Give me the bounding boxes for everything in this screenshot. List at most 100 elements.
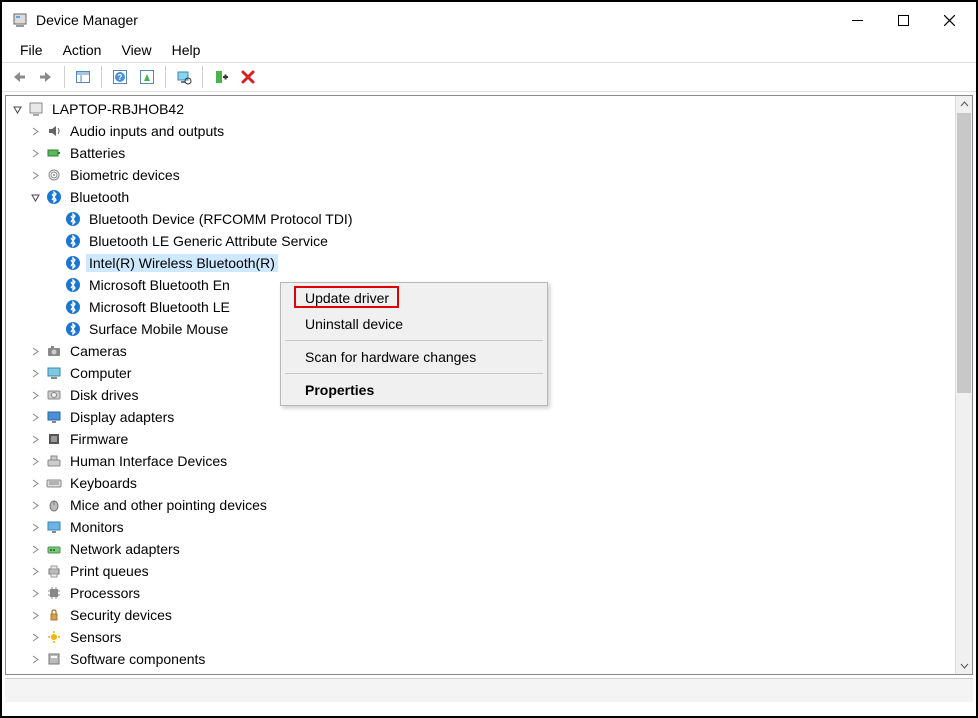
chevron-right-icon[interactable]: [28, 454, 43, 469]
add-hardware-button[interactable]: [208, 64, 234, 90]
chevron-right-icon[interactable]: [28, 520, 43, 535]
tree-category[interactable]: Processors: [6, 582, 972, 604]
remove-hardware-button[interactable]: [235, 64, 261, 90]
back-button[interactable]: [6, 64, 32, 90]
chevron-right-icon[interactable]: [28, 432, 43, 447]
menu-item-scan-hardware[interactable]: Scan for hardware changes: [283, 344, 545, 370]
node-label: LAPTOP-RBJHOB42: [49, 100, 187, 118]
chevron-down-icon[interactable]: [28, 190, 43, 205]
properties-button[interactable]: [134, 64, 160, 90]
tree-category[interactable]: Print queues: [6, 560, 972, 582]
chevron-right-icon[interactable]: [28, 366, 43, 381]
computer-icon: [45, 364, 63, 382]
maximize-button[interactable]: [880, 5, 926, 35]
chevron-right-icon[interactable]: [28, 542, 43, 557]
node-label: Bluetooth LE Generic Attribute Service: [86, 232, 331, 250]
scan-hardware-button[interactable]: [171, 64, 197, 90]
node-label: Microsoft Bluetooth En: [86, 276, 233, 294]
camera-icon: [45, 342, 63, 360]
tree-category[interactable]: Security devices: [6, 604, 972, 626]
node-label: Security devices: [67, 606, 175, 624]
bluetooth-icon: [45, 188, 63, 206]
node-label: Firmware: [67, 430, 131, 448]
chevron-right-icon[interactable]: [28, 124, 43, 139]
biometric-icon: [45, 166, 63, 184]
node-label: Microsoft Bluetooth LE: [86, 298, 233, 316]
forward-button[interactable]: [33, 64, 59, 90]
chevron-right-icon[interactable]: [28, 652, 43, 667]
chevron-right-icon[interactable]: [28, 630, 43, 645]
node-label: Sensors: [67, 628, 124, 646]
network-icon: [45, 540, 63, 558]
tree-category[interactable]: Mice and other pointing devices: [6, 494, 972, 516]
tree-category-bluetooth[interactable]: Bluetooth: [6, 186, 972, 208]
node-label: Human Interface Devices: [67, 452, 230, 470]
chevron-right-icon[interactable]: [28, 146, 43, 161]
scroll-down-icon[interactable]: [956, 657, 972, 674]
show-hide-console-tree-button[interactable]: [70, 64, 96, 90]
app-icon: [12, 12, 28, 28]
bluetooth-icon: [64, 298, 82, 316]
toolbar-separator: [202, 66, 203, 88]
tree-category[interactable]: Monitors: [6, 516, 972, 538]
tree-category[interactable]: Firmware: [6, 428, 972, 450]
bluetooth-icon: [64, 254, 82, 272]
menu-item-uninstall-device[interactable]: Uninstall device: [283, 311, 545, 337]
menu-separator: [285, 340, 543, 341]
tree-category[interactable]: Human Interface Devices: [6, 450, 972, 472]
tree-root[interactable]: LAPTOP-RBJHOB42: [6, 98, 972, 120]
scroll-thumb[interactable]: [957, 113, 971, 393]
disk-icon: [45, 386, 63, 404]
chevron-right-icon[interactable]: [28, 586, 43, 601]
tree-category[interactable]: Network adapters: [6, 538, 972, 560]
menu-file[interactable]: File: [10, 40, 53, 60]
display-icon: [45, 408, 63, 426]
tree-category[interactable]: Biometric devices: [6, 164, 972, 186]
toolbar-separator: [64, 66, 65, 88]
node-label: Display adapters: [67, 408, 177, 426]
processor-icon: [45, 584, 63, 602]
sensor-icon: [45, 628, 63, 646]
chevron-right-icon[interactable]: [28, 388, 43, 403]
tree-category[interactable]: Sensors: [6, 626, 972, 648]
node-label: Audio inputs and outputs: [67, 122, 227, 140]
minimize-button[interactable]: [834, 5, 880, 35]
tree-category[interactable]: Batteries: [6, 142, 972, 164]
scroll-up-icon[interactable]: [956, 96, 972, 113]
chevron-right-icon[interactable]: [28, 410, 43, 425]
menu-help[interactable]: Help: [162, 40, 211, 60]
menu-view[interactable]: View: [111, 40, 161, 60]
node-label: Keyboards: [67, 474, 140, 492]
chevron-right-icon[interactable]: [28, 498, 43, 513]
menu-action[interactable]: Action: [53, 40, 112, 60]
menu-separator: [285, 373, 543, 374]
tree-category[interactable]: Keyboards: [6, 472, 972, 494]
tree-device[interactable]: Bluetooth Device (RFCOMM Protocol TDI): [6, 208, 972, 230]
chevron-right-icon[interactable]: [28, 168, 43, 183]
tree-category[interactable]: Audio inputs and outputs: [6, 120, 972, 142]
annotation-highlight: [294, 286, 399, 308]
chevron-right-icon[interactable]: [28, 344, 43, 359]
menu-item-properties[interactable]: Properties: [283, 377, 545, 403]
tree-device-selected[interactable]: Intel(R) Wireless Bluetooth(R): [6, 252, 972, 274]
node-label: Print queues: [67, 562, 152, 580]
node-label: Computer: [67, 364, 134, 382]
titlebar: Device Manager: [2, 2, 976, 38]
close-button[interactable]: [926, 5, 972, 35]
audio-icon: [45, 122, 63, 140]
chevron-right-icon[interactable]: [28, 476, 43, 491]
node-label: Bluetooth: [67, 188, 132, 206]
bluetooth-icon: [64, 210, 82, 228]
chevron-right-icon[interactable]: [28, 608, 43, 623]
security-icon: [45, 606, 63, 624]
chevron-down-icon[interactable]: [10, 102, 25, 117]
tree-device[interactable]: Bluetooth LE Generic Attribute Service: [6, 230, 972, 252]
tree-category[interactable]: Display adapters: [6, 406, 972, 428]
chevron-right-icon[interactable]: [28, 564, 43, 579]
mouse-icon: [45, 496, 63, 514]
node-label: Bluetooth Device (RFCOMM Protocol TDI): [86, 210, 355, 228]
node-label: Monitors: [67, 518, 127, 536]
vertical-scrollbar[interactable]: [955, 96, 972, 674]
tree-category[interactable]: Software components: [6, 648, 972, 670]
help-button[interactable]: ?: [107, 64, 133, 90]
